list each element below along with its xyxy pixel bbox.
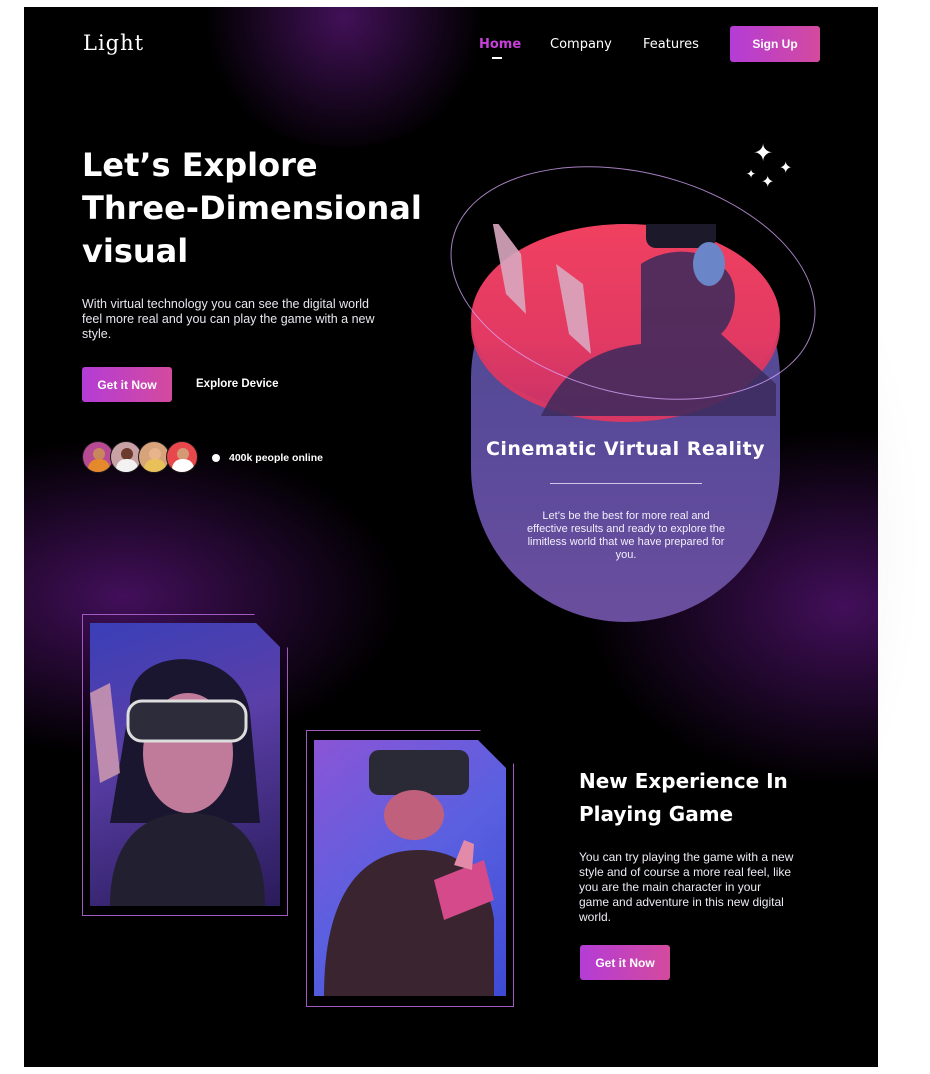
nav-home-link[interactable]: Home bbox=[479, 37, 521, 52]
hero-title-line: Let’s Explore bbox=[82, 146, 318, 184]
landing-page: Light Home Company Features Sign Up Let’… bbox=[24, 7, 878, 1067]
experience-title: New Experience In Playing Game bbox=[579, 765, 819, 831]
hero-description: With virtual technology you can see the … bbox=[82, 297, 375, 341]
nav-features-link[interactable]: Features bbox=[643, 37, 699, 52]
cinematic-card-description: Let’s be the best for more real and effe… bbox=[527, 510, 725, 561]
hero-title-line: visual bbox=[82, 232, 189, 270]
sparkle-icon: ✦ bbox=[761, 174, 775, 191]
vr-man-illustration bbox=[314, 740, 506, 996]
avatar bbox=[166, 441, 198, 473]
nav-company-link[interactable]: Company bbox=[550, 37, 612, 52]
hero-title: Let’s Explore Three-Dimensional visual bbox=[82, 144, 442, 273]
divider bbox=[550, 483, 702, 484]
background-glow bbox=[194, 7, 494, 147]
sparkle-icon: ✦ bbox=[779, 160, 793, 177]
vr-girl-illustration bbox=[90, 623, 280, 906]
sparkle-icon: ✦ bbox=[753, 140, 774, 167]
online-dot-icon bbox=[212, 454, 220, 462]
get-it-now-button[interactable]: Get it Now bbox=[82, 367, 172, 402]
experience-description: You can try playing the game with a new … bbox=[579, 850, 794, 924]
sparkle-icon: ✦ bbox=[746, 167, 757, 181]
experience-title-line: New Experience In bbox=[579, 769, 788, 793]
nav-active-indicator bbox=[492, 57, 502, 59]
vr-girl-photo bbox=[90, 623, 280, 906]
sign-up-button[interactable]: Sign Up bbox=[730, 26, 820, 62]
vr-man-photo bbox=[314, 740, 506, 996]
brand-logo[interactable]: Light bbox=[83, 31, 144, 55]
hero-title-line: Three-Dimensional bbox=[82, 189, 422, 227]
get-it-now-button[interactable]: Get it Now bbox=[580, 945, 670, 980]
online-count: 400k people online bbox=[229, 452, 323, 464]
explore-device-link[interactable]: Explore Device bbox=[196, 378, 278, 390]
experience-title-line: Playing Game bbox=[579, 802, 734, 826]
cinematic-card-title: Cinematic Virtual Reality bbox=[485, 438, 766, 460]
